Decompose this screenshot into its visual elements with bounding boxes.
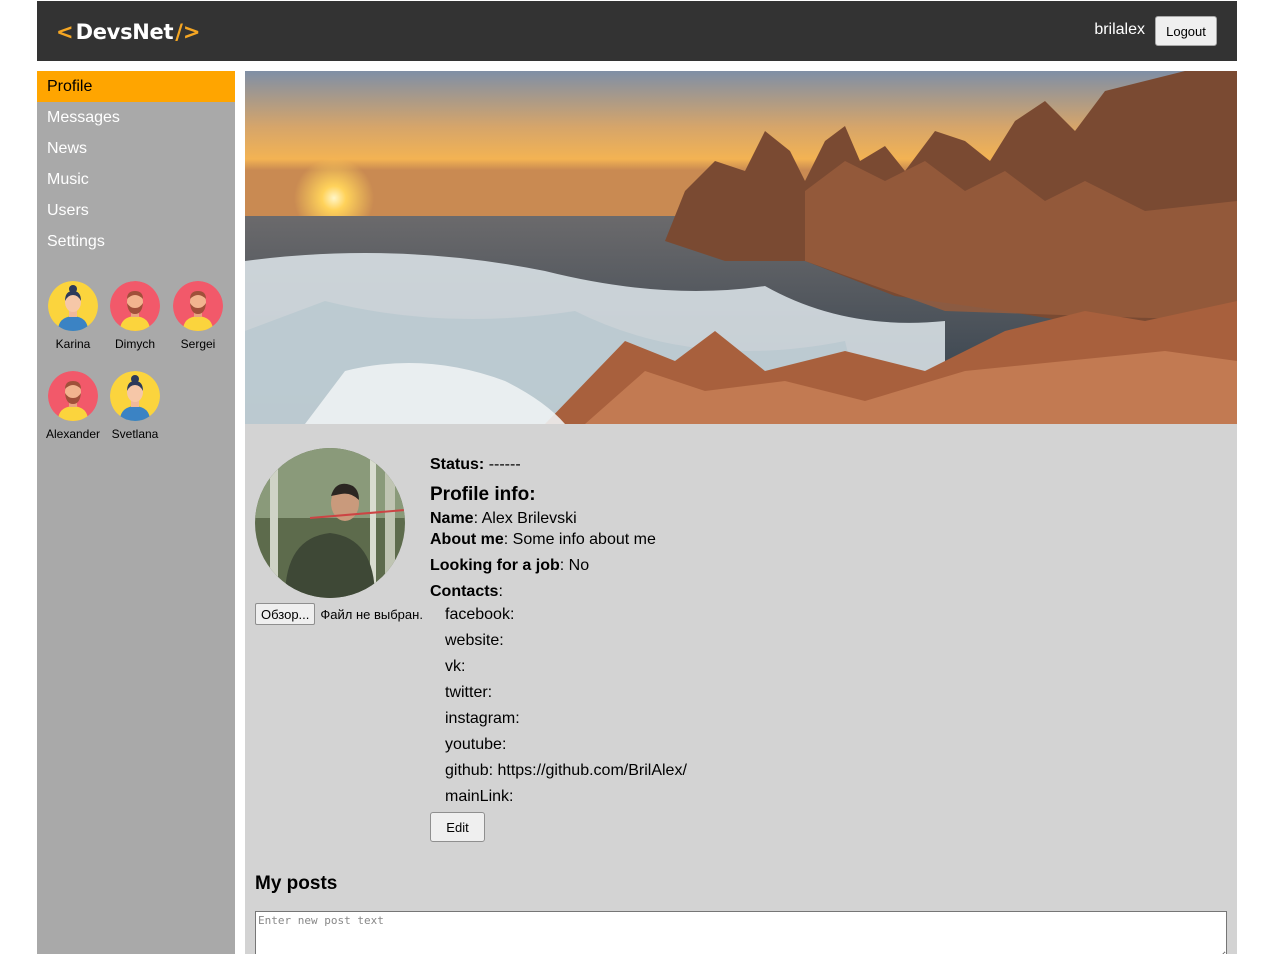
logo-bracket-left: < (56, 20, 74, 44)
contact-github: github: https://github.com/BrilAlex/ (445, 762, 687, 779)
name-label: Name (430, 510, 474, 527)
avatar-file-upload: Обзор... Файл не выбран. (255, 603, 423, 625)
male-bearded-avatar-icon (48, 371, 98, 421)
female-avatar-icon (48, 281, 98, 331)
contacts-colon: : (498, 583, 503, 600)
file-status-text: Файл не выбран. (320, 606, 423, 622)
friend-item[interactable]: Alexander (43, 371, 103, 441)
job-value: : No (559, 557, 590, 574)
sidebar-item-users[interactable]: Users (37, 195, 235, 226)
contacts-row: Contacts: (430, 581, 1030, 602)
about-value: : Some info about me (503, 531, 656, 548)
logo-bracket-right: /> (175, 20, 201, 44)
edit-profile-button[interactable]: Edit (430, 812, 485, 842)
contact-instagram: instagram: (445, 710, 520, 727)
browse-file-button[interactable]: Обзор... (255, 603, 316, 625)
about-label: About me (430, 531, 504, 548)
friend-name: Dimych (114, 337, 155, 351)
sidebar-item-profile[interactable]: Profile (37, 71, 235, 102)
friend-item[interactable]: Svetlana (105, 371, 165, 441)
contact-twitter: twitter: (445, 684, 493, 701)
sidebar: Profile Messages News Music Users Settin… (37, 71, 235, 954)
status-row: Status: ------ (430, 454, 1030, 475)
profile-info: Status: ------ Profile info: Name: Alex … (430, 454, 1030, 842)
contact-mainlink: mainLink: (445, 788, 514, 805)
contact-facebook: facebook: (445, 606, 515, 623)
friend-name: Karina (55, 337, 91, 351)
job-row: Looking for a job: No (430, 555, 1030, 576)
friend-item[interactable]: Karina (43, 281, 103, 351)
sidebar-item-settings[interactable]: Settings (37, 226, 235, 257)
male-bearded-avatar-icon (110, 281, 160, 331)
status-value[interactable]: ------ (489, 456, 521, 473)
profile-avatar (255, 448, 405, 598)
sidebar-item-news[interactable]: News (37, 133, 235, 164)
name-value: : Alex Brilevski (473, 510, 577, 527)
friend-name: Sergei (180, 337, 216, 351)
about-row: About me: Some info about me (430, 529, 1030, 550)
logo[interactable]: < DevsNet /> (56, 18, 201, 46)
profile-info-title: Profile info: (430, 484, 536, 505)
username: brilalex (1094, 21, 1145, 38)
friend-name: Alexander (45, 427, 101, 441)
contact-vk: vk: (445, 658, 466, 675)
app-header: < DevsNet /> brilalex Logout (37, 1, 1237, 61)
sidebar-item-music[interactable]: Music (37, 164, 235, 195)
friend-item[interactable]: Sergei (168, 281, 228, 351)
logo-text: DevsNet (75, 20, 174, 44)
job-label: Looking for a job (430, 557, 560, 574)
my-posts-title: My posts (255, 873, 338, 894)
friend-name: Svetlana (111, 427, 159, 441)
friend-item[interactable]: Dimych (105, 281, 165, 351)
contact-youtube: youtube: (445, 736, 507, 753)
profile-content: Обзор... Файл не выбран. Status: ------ … (245, 71, 1237, 954)
logout-button[interactable]: Logout (1155, 16, 1217, 46)
male-bearded-avatar-icon (173, 281, 223, 331)
profile-banner-image (245, 71, 1237, 424)
new-post-input[interactable] (255, 911, 1227, 954)
contact-website: website: (445, 632, 504, 649)
name-row: Name: Alex Brilevski (430, 508, 1030, 529)
female-avatar-icon (110, 371, 160, 421)
contacts-label: Contacts (430, 583, 499, 600)
sidebar-item-messages[interactable]: Messages (37, 102, 235, 133)
status-label: Status: (430, 456, 485, 473)
